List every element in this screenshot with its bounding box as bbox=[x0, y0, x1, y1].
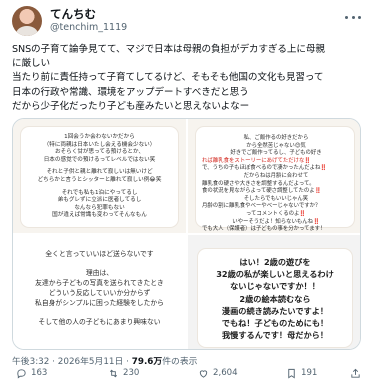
story-line: で、うちの子もほぼ食べるので凄かったんだよね‼️ bbox=[202, 165, 328, 172]
story-line: だからねは月齢に合わせて bbox=[243, 172, 309, 179]
reply-count: 163 bbox=[31, 368, 48, 378]
story-line: はい！2歳の遊びを bbox=[239, 257, 311, 267]
avatar[interactable] bbox=[12, 6, 42, 36]
story-gap bbox=[19, 259, 180, 268]
retweet-icon bbox=[109, 369, 118, 377]
story-line: 月齢の割に離乳食やべーやべーじゃないですか？ bbox=[202, 203, 321, 210]
like-button[interactable]: 2,604 bbox=[198, 366, 238, 380]
like-count: 2,604 bbox=[213, 368, 238, 378]
story-text: はい！2歳の遊びを 32歳の私が楽しいと思えるわけ ないじゃないですか！！ 2歳の絵本… bbox=[198, 256, 352, 341]
story-line: おそらく甘が思ってる預けるとか、 bbox=[54, 149, 145, 156]
story-line: いやーそうだよ！知らないもんね‼️ bbox=[232, 218, 320, 225]
story-line: 2歳の絵本読むなら bbox=[239, 293, 311, 304]
more-options-icon[interactable] bbox=[345, 12, 361, 22]
media-image-bottom-left[interactable]: 全くと言っていいほど送らないです 理由は、友達から子どもの写真を送られてきたときど… bbox=[13, 235, 186, 349]
tweet-line: 日本の行政や常識、環境をアップデートすべきだと思う bbox=[12, 86, 249, 98]
story-line: 我慢するんです！母だから！ bbox=[221, 330, 329, 341]
story-line: 友達から子どもの写真を送られてきたとき bbox=[35, 279, 164, 287]
share-icon bbox=[351, 368, 360, 378]
tweet-line: 当たり前に責任持って子育てしてるけど、そもそも他国の文化も見習って bbox=[12, 72, 324, 84]
tweet-header: てんちむ @tenchim_1119 bbox=[12, 6, 361, 38]
media-image-top-left[interactable]: 1回会うか会わないかだから （特に両親は日本いたし会える機会少ない） おそらく甘が思… bbox=[13, 119, 186, 233]
story-text-card: 1回会うか会わないかだから （特に両親は日本いたし会える機会少ない） おそらく甘が思… bbox=[21, 127, 178, 227]
reply-button[interactable]: 163 bbox=[16, 366, 47, 380]
bookmark-button[interactable]: 191 bbox=[286, 366, 317, 380]
story-line: 漫画の続き読みたいですよ！ bbox=[221, 305, 329, 316]
story-line: 1回会うか会わないかだから bbox=[64, 134, 135, 140]
story-line: そして他の人の子どもにあまり興味ない bbox=[38, 318, 161, 326]
story-line: 弟もグレずに立派に医者してるし bbox=[57, 197, 142, 204]
tweet-line: SNSの子育て論争見てて、マジで日本は母親の負担がデカすぎる上に母親 bbox=[12, 44, 325, 55]
tweet-line: だから少子化だったり子ども産みたいと思えないよなー bbox=[12, 100, 250, 112]
bookmark-count: 191 bbox=[301, 368, 318, 378]
story-line: 好きでご飯作ってるし、子どもの好き bbox=[230, 150, 322, 157]
author-name[interactable]: てんちむ bbox=[50, 7, 96, 21]
bookmark-icon bbox=[288, 368, 295, 378]
story-text: 全くと言っていいほど送らないです 理由は、友達から子どもの写真を送られてきたときど… bbox=[19, 249, 180, 327]
media-grid: 1回会うか会わないかだから （特に両親は日本いたし会える機会少ない） おそらく甘が思… bbox=[12, 118, 361, 350]
story-line: 私自身がシンプルに困った経験をしたから bbox=[35, 299, 164, 307]
media-image-top-right[interactable]: 私、ご飯作るの好きだから から全然苦じゃない😊気 好きでご飯作ってるし、子どもの好き… bbox=[188, 119, 360, 233]
share-button[interactable] bbox=[350, 366, 361, 380]
story-gap bbox=[19, 308, 180, 317]
story-text: 1回会うか会わないかだから （特に両親は日本いたし会える機会少ない） おそらく甘が思… bbox=[21, 134, 178, 220]
story-line: 日本の感覚での預けるってレベルではない笑 bbox=[43, 156, 156, 163]
media-image-bottom-right[interactable]: はい！2歳の遊びを 32歳の私が楽しいと思えるわけ ないじゃないですか！！ 2歳の絵本… bbox=[188, 235, 360, 349]
story-line: でもね！子どものためにも！ bbox=[221, 318, 329, 329]
story-line: 32歳の私が楽しいと思えるわけ bbox=[216, 269, 334, 280]
story-line: ないじゃないですか！！ bbox=[230, 281, 320, 292]
retweet-button[interactable]: 230 bbox=[108, 366, 139, 380]
story-line: でも大人（保護者）は子どもの事を分かってます！ bbox=[202, 226, 326, 233]
story-line: それと子供と親と離れて寂しいは無いけど bbox=[46, 169, 153, 176]
action-bar: 163 230 2,604 191 bbox=[12, 366, 361, 380]
story-line: どちらかと言うとシッターと離れて寂しい例😂笑 bbox=[37, 176, 162, 183]
story-line: 食の状況を見ながらよって硬さ調整してたのよ‼️ bbox=[202, 188, 322, 195]
retweet-count: 230 bbox=[123, 368, 140, 378]
tweet-text: SNSの子育て論争見てて、マジで日本は母親の負担がデカすぎる上に母親 に厳しい … bbox=[12, 43, 364, 114]
story-text-card: はい！2歳の遊びを 32歳の私が楽しいと思えるわけ ないじゃないですか！！ 2歳の絵本… bbox=[198, 249, 352, 347]
tweet-line: に厳しい bbox=[12, 58, 50, 70]
reply-icon bbox=[17, 368, 26, 379]
story-text-card: 私、ご飯作るの好きだから から全然苦じゃない😊気 好きでご飯作ってるし、子どもの好き… bbox=[196, 127, 354, 232]
author-handle[interactable]: @tenchim_1119 bbox=[50, 22, 127, 34]
story-line: 全くと言っていいほど送らないです bbox=[45, 250, 154, 258]
story-line: 私、ご飯作るの好きだから bbox=[243, 135, 309, 141]
story-line: ってコメントくるのよ‼️ bbox=[245, 210, 307, 217]
story-text: 私、ご飯作るの好きだから から全然苦じゃない😊気 好きでご飯作ってるし、子どもの好き… bbox=[202, 135, 350, 233]
heart-icon bbox=[199, 369, 208, 378]
story-line: どういう反応していいか分からず bbox=[48, 289, 151, 297]
story-line: 国が違えば常識も変わってそんなもん bbox=[52, 212, 147, 219]
story-line: 理由は、 bbox=[85, 269, 114, 277]
